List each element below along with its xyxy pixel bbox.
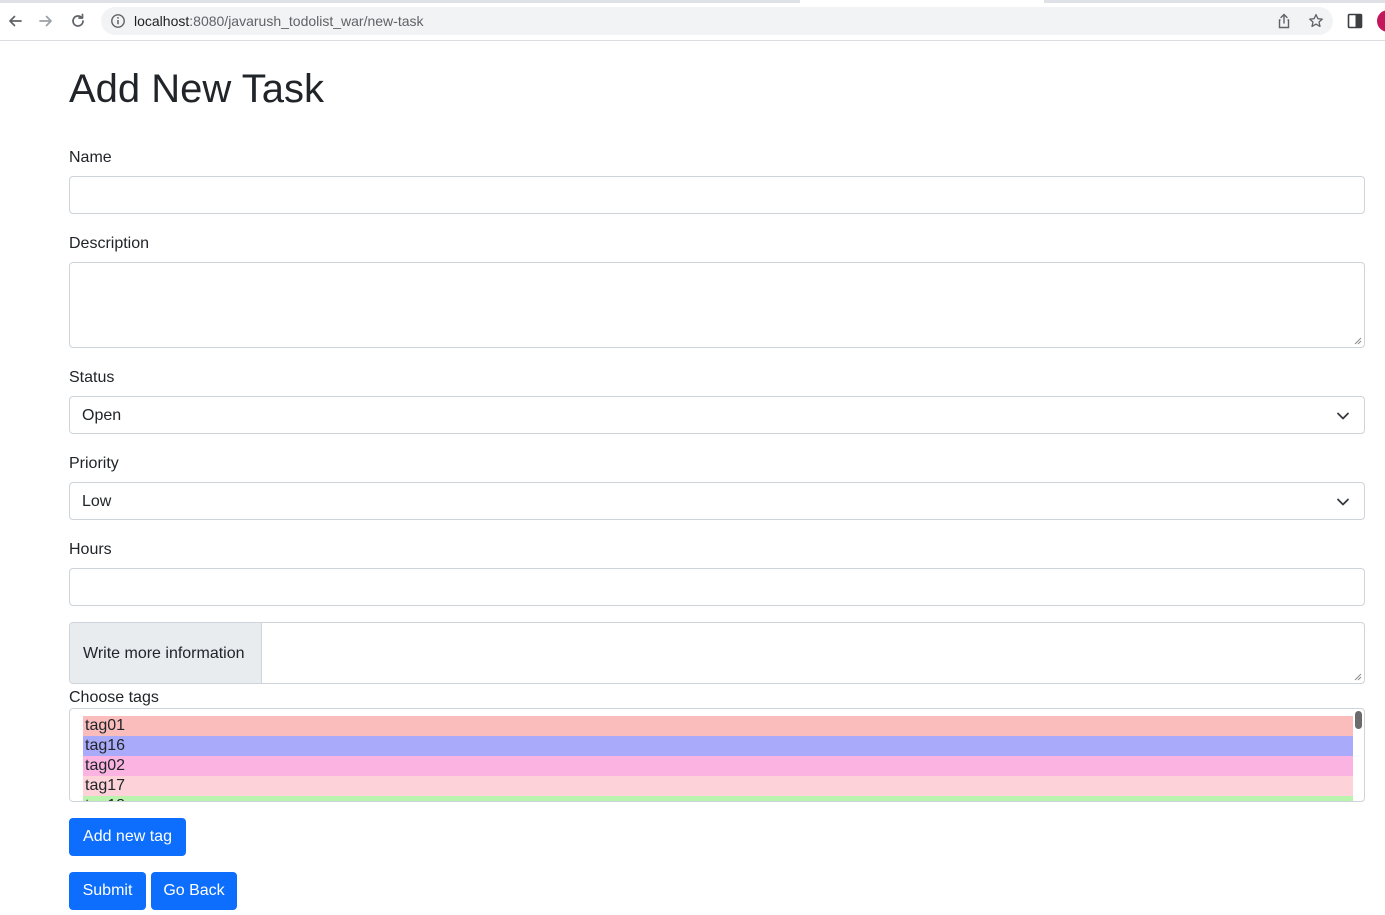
more-info-label: Write more information [83,645,245,662]
more-info-input-group: Write more information [69,622,1365,684]
star-icon[interactable] [1308,13,1324,29]
priority-label: Priority [69,455,119,472]
info-icon[interactable] [110,13,126,29]
url-host: localhost [134,13,190,29]
priority-selected-value: Low [82,493,112,510]
tag-option[interactable]: tag16 [83,736,1353,756]
hours-input[interactable] [69,568,1365,606]
tag-option[interactable]: tag02 [83,756,1353,776]
share-icon[interactable] [1276,13,1292,29]
profile-avatar[interactable] [1377,10,1385,32]
tab-strip [0,0,1385,3]
description-label: Description [69,235,150,252]
name-input[interactable] [69,176,1365,214]
browser-toolbar: localhost:8080/javarush_todolist_war/new… [0,0,1385,41]
tag-option[interactable]: tag18 [83,796,1353,801]
tags-scrollbar[interactable] [1355,711,1362,729]
back-button[interactable] [3,9,27,33]
chevron-down-icon [1337,498,1349,506]
hours-label: Hours [69,541,112,558]
arrow-left-icon [9,15,22,27]
reload-button[interactable] [66,9,90,33]
address-bar[interactable]: localhost:8080/javarush_todolist_war/new… [101,7,1333,35]
status-label: Status [69,369,115,386]
status-selected-value: Open [82,407,122,424]
resize-handle-icon[interactable] [1353,672,1362,681]
name-label: Name [69,149,112,166]
reload-icon [72,13,84,27]
more-info-textarea[interactable] [263,623,1364,683]
side-panel-icon[interactable] [1346,12,1364,30]
more-info-addon: Write more information [70,623,262,683]
priority-select[interactable]: Low [69,482,1365,520]
description-textarea[interactable] [69,262,1365,348]
forward-button[interactable] [34,9,58,33]
page-title: Add New Task [69,67,324,111]
active-tab[interactable] [800,0,1044,3]
arrow-right-icon [39,15,52,27]
submit-button[interactable]: Submit [69,872,146,910]
resize-handle-icon[interactable] [1353,336,1362,345]
tag-option[interactable]: tag01 [83,716,1353,736]
tags-multiselect[interactable]: tag01 tag16 tag02 tag17 tag18 [69,708,1365,802]
url-path: :8080/javarush_todolist_war/new-task [189,13,424,29]
go-back-button[interactable]: Go Back [151,872,237,910]
status-select[interactable]: Open [69,396,1365,434]
tags-label: Choose tags [69,689,159,706]
add-new-tag-button[interactable]: Add new tag [69,818,186,856]
chevron-down-icon [1337,412,1349,420]
tag-option[interactable]: tag17 [83,776,1353,796]
url-text[interactable]: localhost:8080/javarush_todolist_war/new… [134,13,424,29]
